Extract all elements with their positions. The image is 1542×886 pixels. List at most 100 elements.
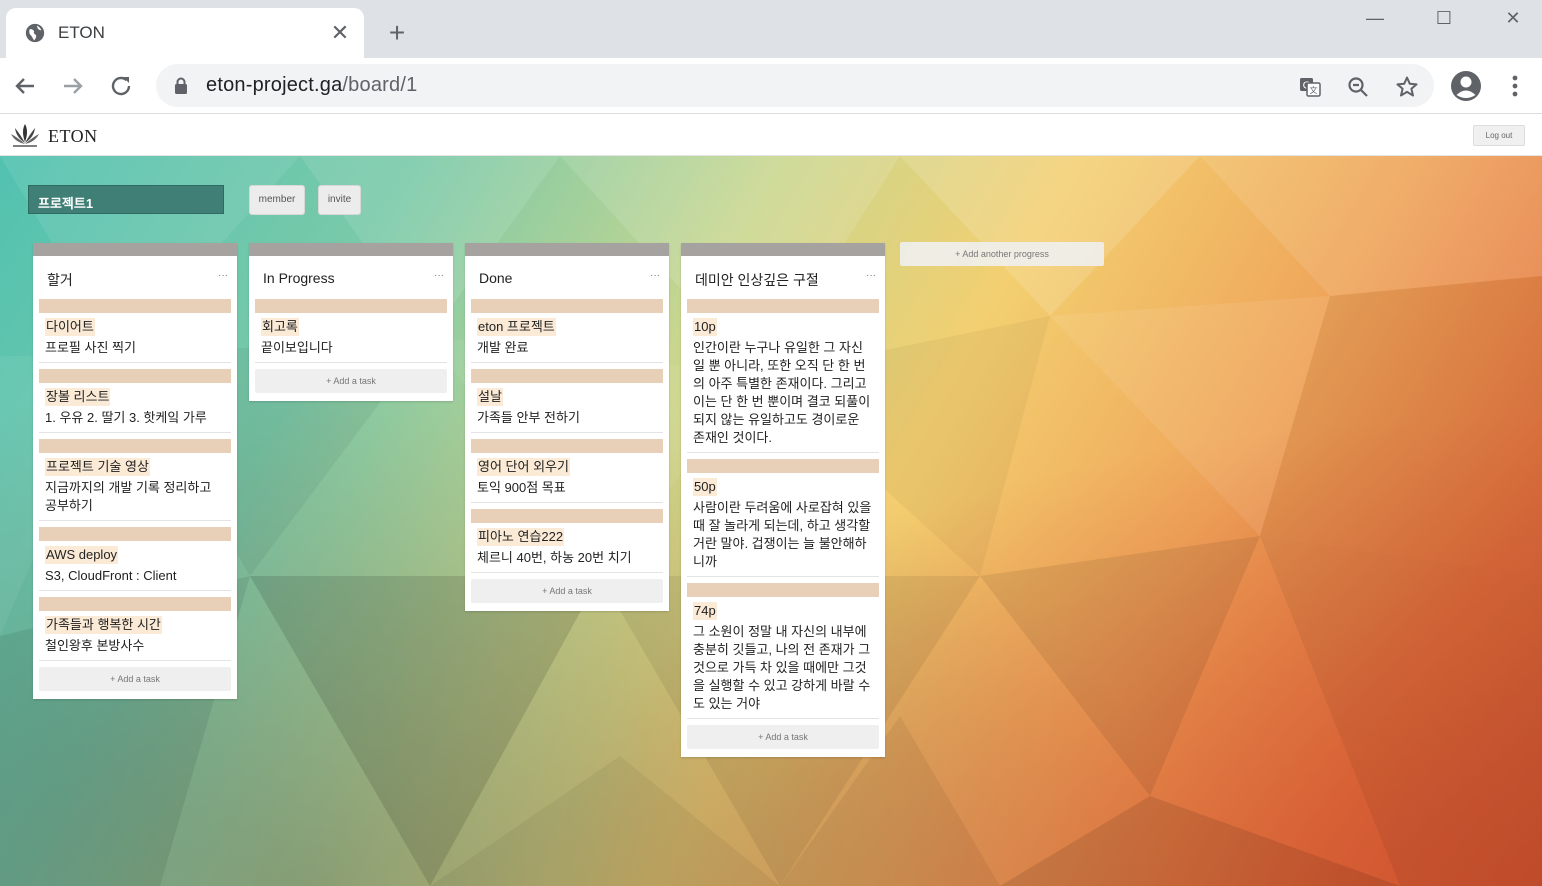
card-body: 프로필 사진 찍기 xyxy=(45,340,136,355)
card-title: eton 프로젝트 xyxy=(477,318,556,336)
column-header: 데미안 인상깊은 구절 ··· xyxy=(681,256,885,299)
card-color-bar xyxy=(687,459,879,473)
forward-arrow-icon[interactable] xyxy=(57,70,89,102)
tab-title: ETON xyxy=(58,23,105,42)
task-card[interactable]: 50p 사람이란 두려움에 사로잡혀 있을 때 잘 놀라게 되는데, 하고 생각… xyxy=(687,459,879,577)
card-title: 50p xyxy=(693,478,717,496)
card-color-bar xyxy=(39,439,231,453)
card-title: 프로젝트 기술 영상 xyxy=(45,458,150,476)
minimize-icon[interactable]: — xyxy=(1352,4,1398,34)
task-card[interactable]: AWS deploy S3, CloudFront : Client xyxy=(39,527,231,591)
card-body: S3, CloudFront : Client xyxy=(45,568,177,583)
column-title[interactable]: In Progress xyxy=(263,270,335,286)
globe-icon xyxy=(25,23,45,43)
column-menu-icon[interactable]: ··· xyxy=(434,270,444,281)
card-body: 가족들 안부 전하기 xyxy=(477,410,580,425)
brand-name[interactable]: ETON xyxy=(48,126,98,147)
card-color-bar xyxy=(471,439,663,453)
task-card[interactable]: 74p 그 소원이 정말 내 자신의 내부에 충분히 깃들고, 나의 전 존재가… xyxy=(687,583,879,719)
card-title: 10p xyxy=(693,318,717,336)
task-card[interactable]: 영어 단어 외우기 토익 900점 목표 xyxy=(471,439,663,503)
card-title: 74p xyxy=(693,602,717,620)
card-title: 장볼 리스트 xyxy=(45,388,111,406)
card-title: AWS deploy xyxy=(45,546,119,564)
column-title[interactable]: Done xyxy=(479,270,512,286)
card-title: 회고록 xyxy=(261,318,299,336)
profile-avatar-icon[interactable] xyxy=(1450,70,1482,102)
back-arrow-icon[interactable] xyxy=(9,70,41,102)
task-card[interactable]: 장볼 리스트 1. 우유 2. 딸기 3. 핫케잌 가루 xyxy=(39,369,231,433)
task-card[interactable]: 다이어트 프로필 사진 찍기 xyxy=(39,299,231,363)
column-header: Done ··· xyxy=(465,256,669,299)
column-menu-icon[interactable]: ··· xyxy=(218,270,228,281)
browser-tabstrip: ETON ✕ + — ☐ ✕ xyxy=(0,0,1542,58)
url-path: /board/1 xyxy=(342,74,418,96)
card-color-bar xyxy=(471,509,663,523)
card-body: 개발 완료 xyxy=(477,340,529,355)
column-title[interactable]: 데미안 인상깊은 구절 xyxy=(695,272,819,288)
add-task-button[interactable]: + Add a task xyxy=(255,369,447,393)
card-color-bar xyxy=(39,369,231,383)
card-title: 영어 단어 외우기 xyxy=(477,458,570,476)
card-body: 지금까지의 개발 기록 정리하고 공부하기 xyxy=(45,480,212,513)
task-card[interactable]: 회고록 끝이보입니다 xyxy=(255,299,447,363)
browser-tab[interactable]: ETON ✕ xyxy=(6,8,364,58)
column-menu-icon[interactable]: ··· xyxy=(650,270,660,281)
svg-text:文: 文 xyxy=(1310,85,1318,95)
add-task-button[interactable]: + Add a task xyxy=(687,725,879,749)
reload-icon[interactable] xyxy=(105,70,137,102)
card-color-bar xyxy=(687,583,879,597)
card-title: 가족들과 행복한 시간 xyxy=(45,616,162,634)
card-body: 사람이란 두려움에 사로잡혀 있을 때 잘 놀라게 되는데, 하고 생각할 거란… xyxy=(693,500,872,569)
app-header: ETON Log out xyxy=(0,115,1542,156)
progress-column[interactable]: 할거 ··· 다이어트 프로필 사진 찍기 장볼 리스트 1. 우유 2. 딸기… xyxy=(33,243,237,699)
maximize-icon[interactable]: ☐ xyxy=(1421,4,1467,34)
task-card[interactable]: 10p 인간이란 누구나 유일한 그 자신일 뿐 아니라, 또한 오직 단 한 … xyxy=(687,299,879,453)
card-color-bar xyxy=(471,369,663,383)
zoom-icon[interactable] xyxy=(1346,75,1370,99)
card-color-bar xyxy=(39,597,231,611)
url-host: eton-project.ga xyxy=(206,74,343,96)
task-card[interactable]: 설날 가족들 안부 전하기 xyxy=(471,369,663,433)
task-card[interactable]: 프로젝트 기술 영상 지금까지의 개발 기록 정리하고 공부하기 xyxy=(39,439,231,521)
invite-button[interactable]: invite xyxy=(318,185,361,215)
add-progress-button[interactable]: + Add another progress xyxy=(900,242,1104,266)
card-body: 그 소원이 정말 내 자신의 내부에 충분히 깃들고, 나의 전 존재가 그것으… xyxy=(693,624,871,711)
logout-button[interactable]: Log out xyxy=(1473,125,1525,146)
lock-icon xyxy=(175,77,187,94)
browser-toolbar: eton-project.ga/board/1 G 文 xyxy=(0,58,1542,114)
progress-column[interactable]: In Progress ··· 회고록 끝이보입니다 + Add a task xyxy=(249,243,453,401)
card-color-bar xyxy=(471,299,663,313)
column-header: In Progress ··· xyxy=(249,256,453,299)
more-vert-icon[interactable] xyxy=(1503,70,1527,102)
card-color-bar xyxy=(687,299,879,313)
new-tab-icon[interactable]: + xyxy=(382,19,412,49)
board-area: 프로젝트1 member invite 할거 ··· 다이어트 프로필 사진 찍… xyxy=(0,156,1542,886)
progress-column[interactable]: Done ··· eton 프로젝트 개발 완료 설날 가족들 안부 전하기 영… xyxy=(465,243,669,611)
window-close-icon[interactable]: ✕ xyxy=(1490,4,1536,34)
member-button[interactable]: member xyxy=(249,185,305,215)
card-body: 철인왕후 본방사수 xyxy=(45,638,145,653)
lotus-logo-icon[interactable] xyxy=(10,122,40,148)
card-body: 인간이란 누구나 유일한 그 자신일 뿐 아니라, 또한 오직 단 한 번의 아… xyxy=(693,340,871,445)
card-body: 1. 우유 2. 딸기 3. 핫케잌 가루 xyxy=(45,410,207,425)
card-title: 다이어트 xyxy=(45,318,95,336)
card-title: 피아노 연습222 xyxy=(477,528,565,546)
bookmark-star-icon[interactable] xyxy=(1395,75,1419,99)
task-card[interactable]: 가족들과 행복한 시간 철인왕후 본방사수 xyxy=(39,597,231,661)
tab-close-icon[interactable]: ✕ xyxy=(328,21,352,45)
add-task-button[interactable]: + Add a task xyxy=(471,579,663,603)
column-header: 할거 ··· xyxy=(33,256,237,299)
card-color-bar xyxy=(255,299,447,313)
translate-icon[interactable]: G 文 xyxy=(1298,75,1322,99)
project-title[interactable]: 프로젝트1 xyxy=(28,185,224,214)
task-card[interactable]: 피아노 연습222 체르니 40번, 하농 20번 치기 xyxy=(471,509,663,573)
task-card[interactable]: eton 프로젝트 개발 완료 xyxy=(471,299,663,363)
card-color-bar xyxy=(39,527,231,541)
progress-column[interactable]: 데미안 인상깊은 구절 ··· 10p 인간이란 누구나 유일한 그 자신일 뿐… xyxy=(681,243,885,757)
column-menu-icon[interactable]: ··· xyxy=(866,270,876,281)
add-task-button[interactable]: + Add a task xyxy=(39,667,231,691)
address-bar[interactable]: eton-project.ga/board/1 G 文 xyxy=(156,64,1434,107)
column-title[interactable]: 할거 xyxy=(47,272,73,288)
card-body: 토익 900점 목표 xyxy=(477,480,566,495)
